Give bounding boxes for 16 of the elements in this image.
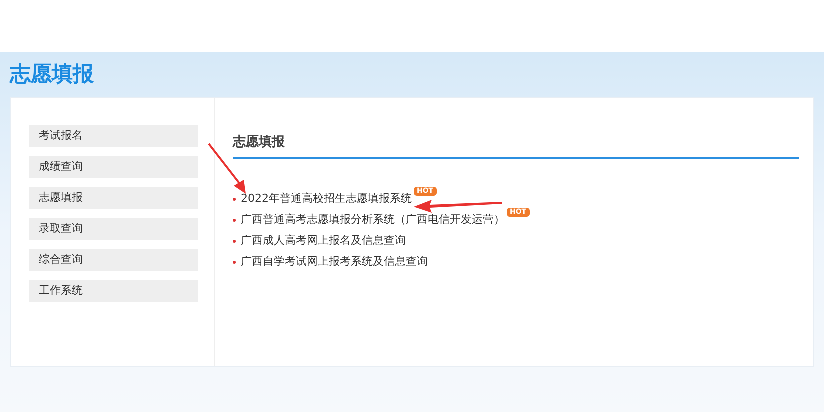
sidebar-item[interactable]: 录取查询 xyxy=(29,218,198,240)
link[interactable]: 2022年普通高校招生志愿填报系统 xyxy=(241,191,412,207)
sidebar-item[interactable]: 综合查询 xyxy=(29,249,198,271)
link[interactable]: 广西自学考试网上报考系统及信息查询 xyxy=(241,254,428,270)
link[interactable]: 广西成人高考网上报名及信息查询 xyxy=(241,233,406,249)
sidebar-item[interactable]: 工作系统 xyxy=(29,280,198,302)
sidebar-item[interactable]: 考试报名 xyxy=(29,125,198,147)
link[interactable]: 广西普通高考志愿填报分析系统（广西电信开发运营） xyxy=(241,212,505,228)
bullet-icon xyxy=(233,261,236,264)
section-heading: 志愿填报 xyxy=(233,134,286,152)
sidebar-item[interactable]: 成绩查询 xyxy=(29,156,198,178)
bullet-icon xyxy=(233,198,236,201)
bullet-icon xyxy=(233,219,236,222)
page-title: 志愿填报 xyxy=(10,64,94,85)
bullet-icon xyxy=(233,240,236,243)
sidebar-item[interactable]: 志愿填报 xyxy=(29,187,198,209)
